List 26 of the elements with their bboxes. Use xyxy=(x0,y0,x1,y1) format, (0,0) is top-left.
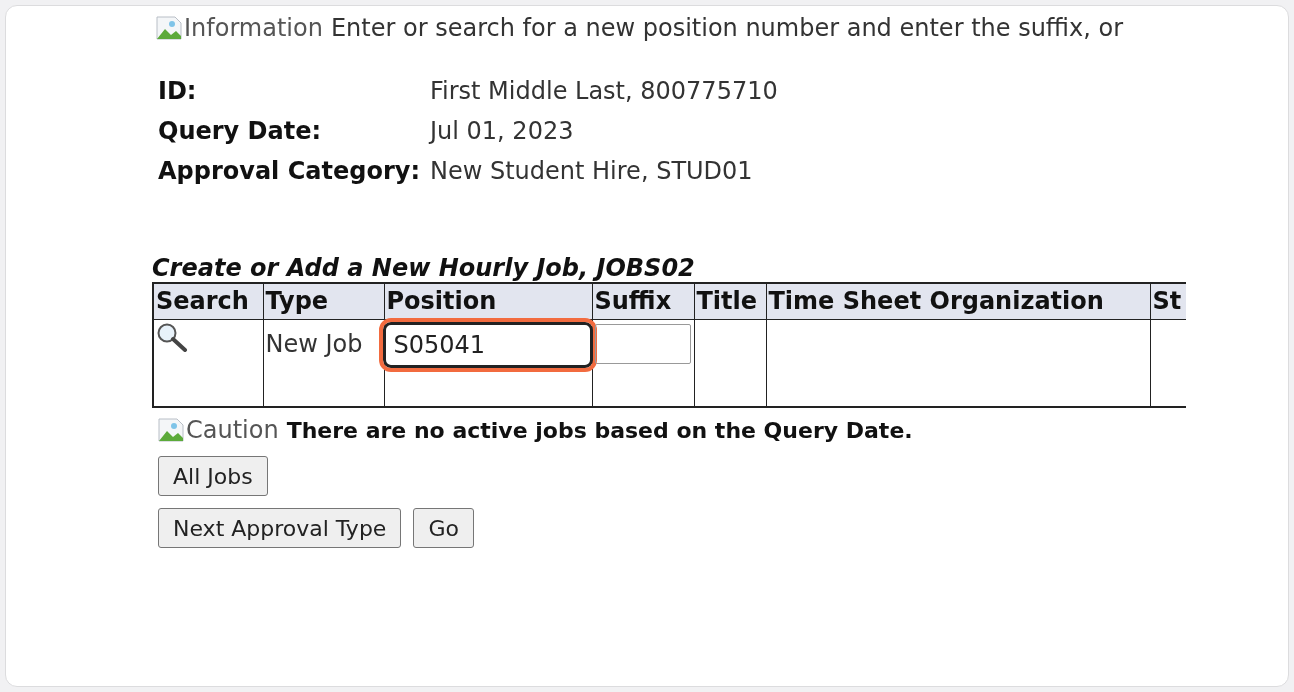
form-button[interactable]: Next Approval Type xyxy=(158,508,402,548)
form-button[interactable]: Go xyxy=(413,508,474,548)
field-value: First Middle Last, 800775710 xyxy=(430,76,779,106)
column-header: Search xyxy=(153,283,263,319)
column-header: Time Sheet Organization xyxy=(766,283,1150,319)
field-label: ID: xyxy=(158,76,198,106)
field-value: Jul 01, 2023 xyxy=(430,116,575,146)
column-header: Type xyxy=(263,283,384,319)
search-icon[interactable] xyxy=(156,321,188,352)
caution-image-alt-text: Caution xyxy=(186,418,279,442)
field-label: Approval Category: xyxy=(158,156,421,186)
table-cell: New Job xyxy=(265,329,363,358)
broken-image-icon xyxy=(158,418,186,442)
field-value: New Student Hire, STUD01 xyxy=(430,156,754,186)
caution-message: There are no active jobs based on the Query Date. xyxy=(286,420,913,442)
column-header: Suffix xyxy=(592,283,694,319)
column-header: Title xyxy=(694,283,766,319)
broken-image-icon xyxy=(156,16,184,40)
information-text: Enter or search for a new position number and enter the suffix, or xyxy=(330,16,1124,40)
suffix-input-field[interactable] xyxy=(594,323,691,364)
field-label: Query Date: xyxy=(158,116,323,146)
form-button[interactable]: All Jobs xyxy=(158,456,268,496)
information-image-alt-text: Information xyxy=(184,16,323,40)
table-title: Create or Add a New Hourly Job, JOBS02 xyxy=(152,254,696,282)
column-header: Position xyxy=(384,283,592,319)
column-header: St xyxy=(1150,283,1186,319)
